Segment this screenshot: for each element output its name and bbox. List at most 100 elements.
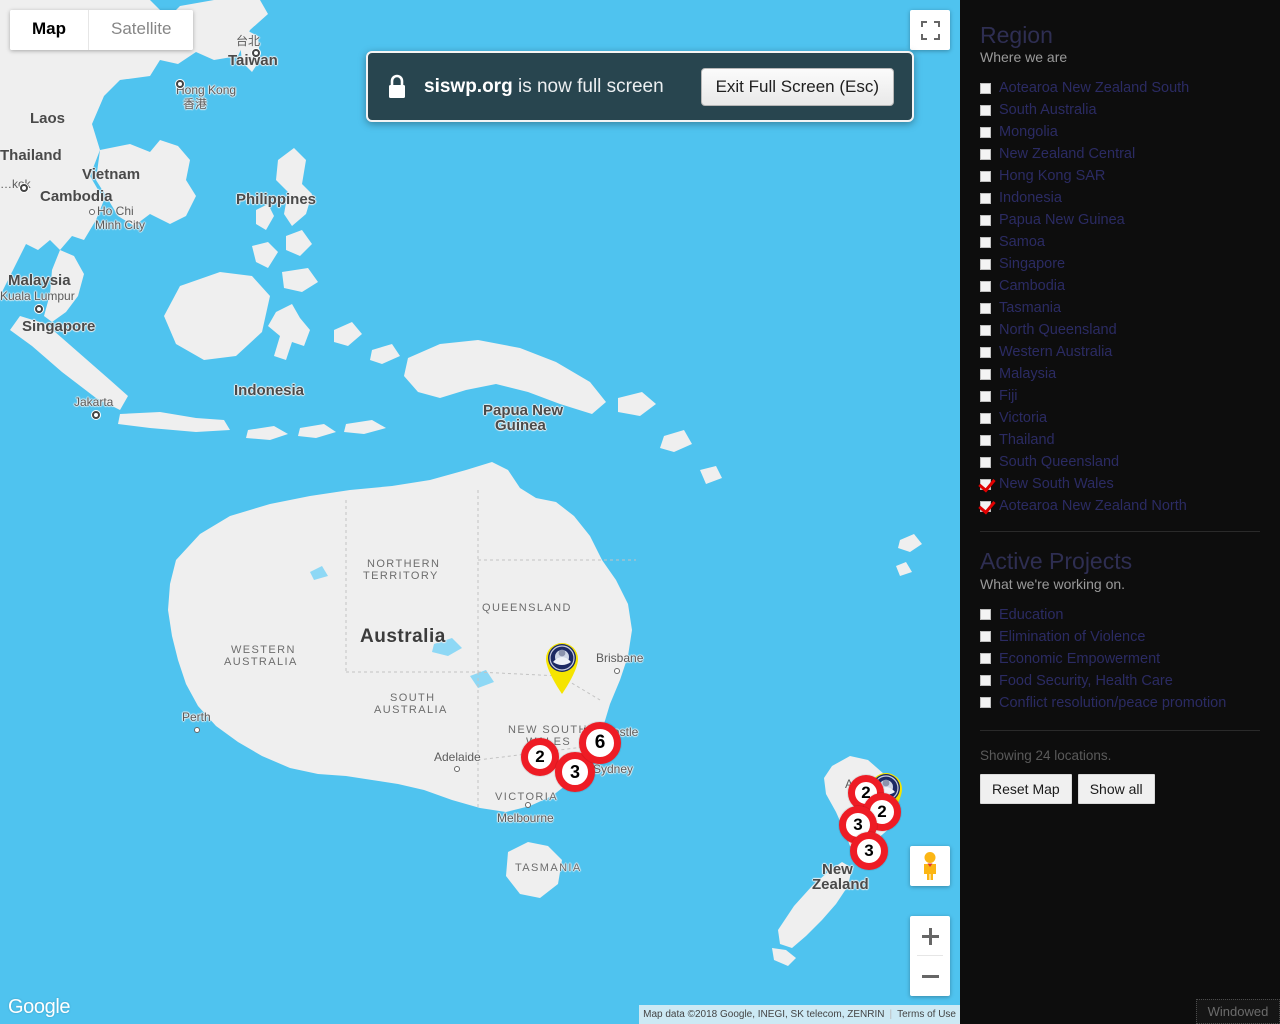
checkbox-icon[interactable] (980, 653, 991, 665)
jakarta-dot (92, 411, 100, 419)
region-filter-item-17[interactable]: South Queensland (980, 451, 1260, 473)
region-filter-item-7[interactable]: Samoa (980, 231, 1260, 253)
lock-icon (386, 74, 408, 100)
region-filter-item-label: Indonesia (999, 190, 1062, 207)
map-type-map-button[interactable]: Map (10, 10, 88, 50)
project-filter-item-4[interactable]: Conflict resolution/peace promotion (980, 692, 1260, 714)
region-panel-subtitle: Where we are (980, 49, 1068, 66)
region-filter-item-label: Papua New Guinea (999, 212, 1125, 229)
map-landmass-vector (0, 0, 922, 966)
checkbox-icon[interactable] (980, 324, 991, 336)
region-filter-item-10[interactable]: Tasmania (980, 297, 1260, 319)
checkbox-icon[interactable] (980, 346, 991, 358)
region-filter-item-label: Singapore (999, 256, 1066, 273)
pin-queensland[interactable] (540, 638, 584, 694)
sidebar-divider-2 (980, 729, 1260, 731)
filters-sidebar: Region Where we are Aotearoa New Zealand… (960, 0, 1280, 1024)
checkbox-icon[interactable] (980, 456, 991, 468)
project-filter-item-label: Education (999, 606, 1064, 623)
project-filter-item-1[interactable]: Elimination of Violence (980, 626, 1260, 648)
zoom-in-button[interactable] (910, 916, 950, 956)
checkbox-icon[interactable] (980, 390, 991, 402)
cluster-count: 3 (569, 761, 580, 782)
checkbox-icon[interactable] (980, 192, 991, 204)
region-filter-item-13[interactable]: Malaysia (980, 363, 1260, 385)
project-filter-item-label: Elimination of Violence (999, 628, 1146, 645)
windowed-mode-button[interactable]: Windowed (1196, 999, 1280, 1024)
checkbox-icon[interactable] (980, 280, 991, 292)
region-filter-item-6[interactable]: Papua New Guinea (980, 209, 1260, 231)
region-filter-item-11[interactable]: North Queensland (980, 319, 1260, 341)
checkbox-checked-icon[interactable] (980, 478, 991, 490)
fullscreen-domain: siswp.org (424, 75, 513, 97)
checkbox-icon[interactable] (980, 214, 991, 226)
cluster-newcastle[interactable]: 6 (579, 722, 621, 764)
region-filter-item-label: Malaysia (999, 366, 1057, 383)
checkbox-icon[interactable] (980, 82, 991, 94)
region-filter-item-2[interactable]: Mongolia (980, 121, 1260, 143)
checkbox-icon[interactable] (980, 302, 991, 314)
zoom-out-button[interactable] (910, 956, 950, 996)
project-filter-item-0[interactable]: Education (980, 604, 1260, 626)
region-filter-item-19[interactable]: Aotearoa New Zealand North (980, 495, 1260, 517)
region-filter-item-1[interactable]: South Australia (980, 99, 1260, 121)
checkbox-checked-icon[interactable] (980, 500, 991, 512)
kl-dot (35, 305, 43, 313)
projects-panel-subtitle: What we're working on. (980, 575, 1126, 592)
region-filter-item-14[interactable]: Fiji (980, 385, 1260, 407)
region-filter-item-4[interactable]: Hong Kong SAR (980, 165, 1260, 187)
region-filter-item-label: Thailand (999, 432, 1055, 449)
region-filter-item-label: Samoa (999, 234, 1045, 251)
checkbox-icon[interactable] (980, 697, 991, 709)
fullscreen-toggle-button[interactable] (910, 10, 950, 50)
checkbox-icon[interactable] (980, 368, 991, 380)
checkbox-icon[interactable] (980, 631, 991, 643)
map-zoom-control[interactable] (910, 916, 950, 996)
google-map-canvas[interactable]: 台北 Taiwan Hong Kong 香港 Laos Thailand Vietnam …k… (0, 0, 960, 1024)
terms-of-use-link[interactable]: Terms of Use (897, 1009, 956, 1020)
attribution-separator: | (889, 1009, 893, 1020)
fullscreen-message-suffix: is now full screen (512, 75, 664, 97)
project-filter-item-3[interactable]: Food Security, Health Care (980, 670, 1260, 692)
cluster-count: 6 (594, 732, 606, 753)
region-filter-item-5[interactable]: Indonesia (980, 187, 1260, 209)
reset-map-button[interactable]: Reset Map (980, 773, 1072, 804)
region-filter-item-3[interactable]: New Zealand Central (980, 143, 1260, 165)
exit-full-screen-button[interactable]: Exit Full Screen (Esc) (700, 67, 894, 106)
region-filter-item-8[interactable]: Singapore (980, 253, 1260, 275)
perth-dot (194, 727, 200, 733)
checkbox-icon[interactable] (980, 675, 991, 687)
map-type-satellite-button[interactable]: Satellite (88, 10, 194, 50)
region-panel-title: Region (980, 22, 1053, 48)
street-view-pegman-icon (924, 852, 936, 880)
projects-filter-list[interactable]: Education Elimination of Violence Economic… (980, 604, 1260, 714)
checkbox-icon[interactable] (980, 104, 991, 116)
checkbox-icon[interactable] (980, 258, 991, 270)
region-filter-item-9[interactable]: Cambodia (980, 275, 1260, 297)
region-filter-item-18[interactable]: New South Wales (980, 473, 1260, 495)
checkbox-icon[interactable] (980, 236, 991, 248)
show-all-button[interactable]: Show all (1077, 773, 1155, 804)
map-type-control[interactable]: Map Satellite (10, 10, 194, 50)
checkbox-icon[interactable] (980, 412, 991, 424)
sidebar-action-buttons: Reset Map Show all (980, 773, 1260, 804)
region-filter-item-0[interactable]: Aotearoa New Zealand South (980, 77, 1260, 99)
checkbox-icon[interactable] (980, 609, 991, 621)
region-filter-item-label: Fiji (999, 388, 1018, 405)
project-filter-item-2[interactable]: Economic Empowerment (980, 648, 1260, 670)
cluster-nz-wellington[interactable]: 3 (850, 832, 888, 870)
region-filter-item-label: North Queensland (999, 322, 1117, 339)
checkbox-icon[interactable] (980, 170, 991, 182)
region-filter-item-16[interactable]: Thailand (980, 429, 1260, 451)
taipei-dot (252, 49, 260, 57)
checkbox-icon[interactable] (980, 148, 991, 160)
cluster-nsw-west[interactable]: 2 (521, 738, 559, 776)
checkbox-icon[interactable] (980, 126, 991, 138)
region-filter-item-12[interactable]: Western Australia (980, 341, 1260, 363)
fullscreen-notification-banner: siswp.org is now full screen Exit Full S… (366, 51, 914, 122)
region-filter-item-15[interactable]: Victoria (980, 407, 1260, 429)
street-view-pegman-button[interactable] (910, 846, 950, 886)
region-filter-list[interactable]: Aotearoa New Zealand South South Australi… (980, 77, 1260, 517)
region-filter-item-label: Hong Kong SAR (999, 168, 1106, 185)
checkbox-icon[interactable] (980, 434, 991, 446)
